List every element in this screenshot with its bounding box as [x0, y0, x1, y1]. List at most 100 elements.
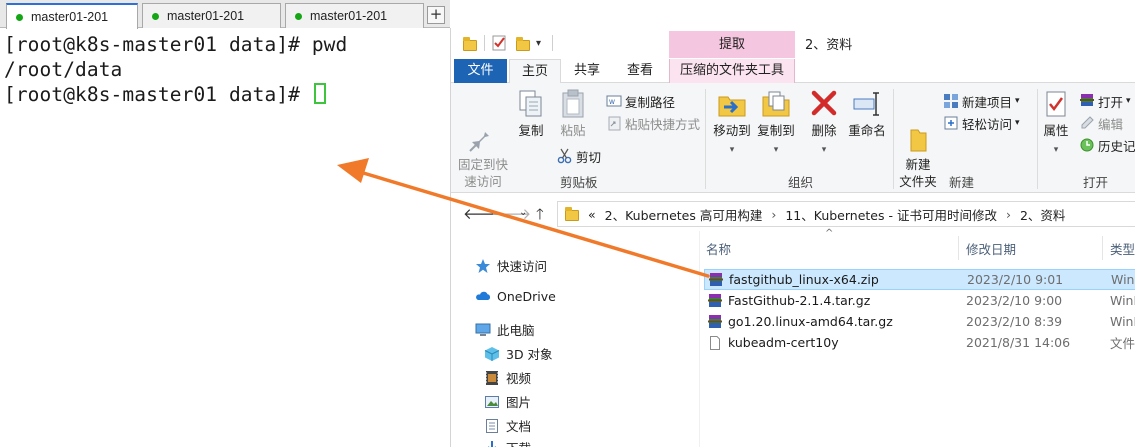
rename-label: 重命名	[848, 123, 886, 138]
copy-button[interactable]: 复制	[513, 88, 549, 139]
file-date: 2023/2/10 8:39	[966, 314, 1063, 329]
file-row[interactable]: fastgithub_linux-x64.zip 2023/2/10 9:01 …	[704, 269, 1135, 290]
connection-status-icon	[295, 12, 302, 20]
column-header-type[interactable]: 类型	[1110, 239, 1135, 258]
move-to-label: 移动到	[713, 123, 751, 138]
terminal-tab-label: master01-201	[310, 9, 388, 23]
terminal-tab-label: master01-201	[31, 10, 109, 24]
rename-button[interactable]: 重命名	[845, 88, 889, 139]
ribbon-home: 固定到快 速访问 复制 粘贴 W 复制路径 粘贴快捷方式 剪切 剪贴板 移动到 …	[451, 83, 1135, 193]
nav-label: 视频	[506, 371, 532, 386]
file-date: 2023/2/10 9:01	[967, 272, 1064, 287]
open-label: 打开	[1098, 94, 1124, 110]
chevron-down-icon: ▾	[1126, 96, 1131, 106]
cut-button[interactable]: 剪切	[557, 146, 601, 166]
file-explorer-window: ▾ 提取 2、资料 文件 主页 共享 查看 压缩的文件夹工具 固定到快 速访问 …	[450, 28, 1135, 447]
new-folder-icon[interactable]	[515, 35, 531, 53]
blank-file-icon	[707, 335, 723, 351]
breadcrumb-separator-icon[interactable]: ›	[1006, 207, 1011, 222]
nav-this-pc[interactable]: 此电脑	[475, 320, 535, 339]
nav-downloads[interactable]: 下载	[484, 438, 531, 447]
paste-shortcut-icon	[606, 115, 622, 131]
organize-group-label: 组织	[788, 175, 814, 190]
tab-view[interactable]: 查看	[616, 59, 664, 83]
column-divider[interactable]	[1102, 236, 1103, 260]
recent-locations-chevron-icon[interactable]: ⌄	[519, 207, 527, 218]
copy-to-button[interactable]: 复制到 ▾	[754, 88, 798, 159]
rar-icon	[707, 314, 723, 330]
cut-label: 剪切	[576, 149, 602, 165]
terminal-line: [root@k8s-master01 data]# pwd	[4, 33, 348, 56]
column-header-name[interactable]: 名称	[706, 239, 731, 258]
up-arrow-icon[interactable]: 🡑	[536, 204, 544, 229]
terminal-tab[interactable]: master01-201	[285, 3, 424, 28]
terminal-tab-label: master01-201	[167, 9, 245, 23]
delete-button[interactable]: 删除 ▾	[806, 88, 842, 159]
terminal-tab[interactable]: master01-201	[142, 3, 281, 28]
nav-3d-objects[interactable]: 3D 对象	[484, 344, 553, 363]
column-divider[interactable]	[958, 236, 959, 260]
nav-documents[interactable]: 文档	[484, 416, 531, 435]
breadcrumb-item[interactable]: 2、Kubernetes 高可用构建	[605, 205, 763, 224]
picture-icon	[484, 394, 500, 410]
edit-icon	[1079, 115, 1095, 131]
terminal-tab[interactable]: master01-201	[6, 3, 138, 29]
breadcrumb-item[interactable]: 2、资料	[1020, 205, 1065, 224]
history-button[interactable]: 历史记	[1079, 135, 1135, 155]
tab-file[interactable]: 文件	[454, 59, 507, 83]
properties-check-icon[interactable]	[492, 35, 508, 53]
paste-label: 粘贴	[560, 123, 586, 138]
delete-label: 删除	[811, 123, 837, 138]
terminal-output[interactable]: [root@k8s-master01 data]# pwd /root/data…	[0, 29, 450, 447]
breadcrumb-item[interactable]: 11、Kubernetes - 证书可用时间修改	[785, 205, 997, 224]
pin-quick-access-button[interactable]: 固定到快 速访问	[457, 88, 509, 190]
qat-customize-icon[interactable]: ▾	[536, 35, 548, 53]
easy-access-button[interactable]: 轻松访问 ▾	[943, 113, 1020, 133]
nav-pictures[interactable]: 图片	[484, 392, 531, 411]
group-divider	[893, 89, 894, 189]
paste-button[interactable]: 粘贴	[555, 88, 591, 139]
svg-text:W: W	[609, 99, 615, 106]
edit-button[interactable]: 编辑	[1079, 113, 1123, 133]
file-row[interactable]: kubeadm-cert10y 2021/8/31 14:06 文件	[704, 332, 1135, 353]
add-tab-button[interactable]: +	[427, 6, 445, 24]
pin-label: 固定到快 速访问	[457, 157, 508, 189]
new-item-button[interactable]: 新建项目 ▾	[943, 91, 1020, 111]
file-type: 文件	[1110, 336, 1135, 351]
paste-shortcut-button[interactable]: 粘贴快捷方式	[606, 113, 700, 133]
move-to-button[interactable]: 移动到 ▾	[710, 88, 754, 159]
open-button[interactable]: 打开 ▾	[1079, 91, 1131, 111]
document-icon	[484, 418, 500, 434]
copy-icon	[515, 88, 547, 120]
copy-path-label: 复制路径	[625, 94, 676, 110]
breadcrumb-overflow[interactable]: «	[588, 207, 596, 222]
address-bar[interactable]: « 2、Kubernetes 高可用构建 › 11、Kubernetes - 证…	[557, 201, 1135, 227]
chevron-down-icon: ▾	[1015, 118, 1020, 128]
tab-share[interactable]: 共享	[563, 59, 611, 83]
connection-status-icon	[16, 13, 23, 21]
properties-icon	[1040, 88, 1072, 120]
tab-compressed-folder-tools[interactable]: 压缩的文件夹工具	[669, 59, 795, 83]
copy-path-button[interactable]: W 复制路径	[606, 91, 675, 111]
tab-home[interactable]: 主页	[509, 59, 561, 84]
breadcrumb-separator-icon[interactable]: ›	[771, 207, 776, 222]
new-folder-button[interactable]: 新建 文件夹	[897, 88, 939, 190]
download-icon	[484, 440, 500, 447]
file-date: 2023/2/10 9:00	[966, 293, 1063, 308]
nav-label: 此电脑	[497, 323, 535, 338]
nav-quick-access[interactable]: 快速访问	[475, 256, 547, 275]
nav-videos[interactable]: 视频	[484, 368, 531, 387]
file-row[interactable]: go1.20.linux-amd64.tar.gz 2023/2/10 8:39…	[704, 311, 1135, 332]
nav-onedrive[interactable]: OneDrive	[475, 288, 556, 304]
cloud-icon	[475, 288, 491, 304]
file-name: kubeadm-cert10y	[728, 335, 839, 350]
folder-icon[interactable]	[462, 35, 478, 53]
column-header-modified[interactable]: 修改日期	[966, 239, 1016, 258]
cube-icon	[484, 346, 500, 362]
pin-icon	[467, 105, 499, 152]
copy-label: 复制	[518, 123, 544, 138]
properties-button[interactable]: 属性 ▾	[1039, 88, 1073, 159]
nav-label: 文档	[506, 419, 532, 434]
file-row[interactable]: FastGithub-2.1.4.tar.gz 2023/2/10 9:00 W…	[704, 290, 1135, 311]
connection-status-icon	[152, 12, 159, 20]
